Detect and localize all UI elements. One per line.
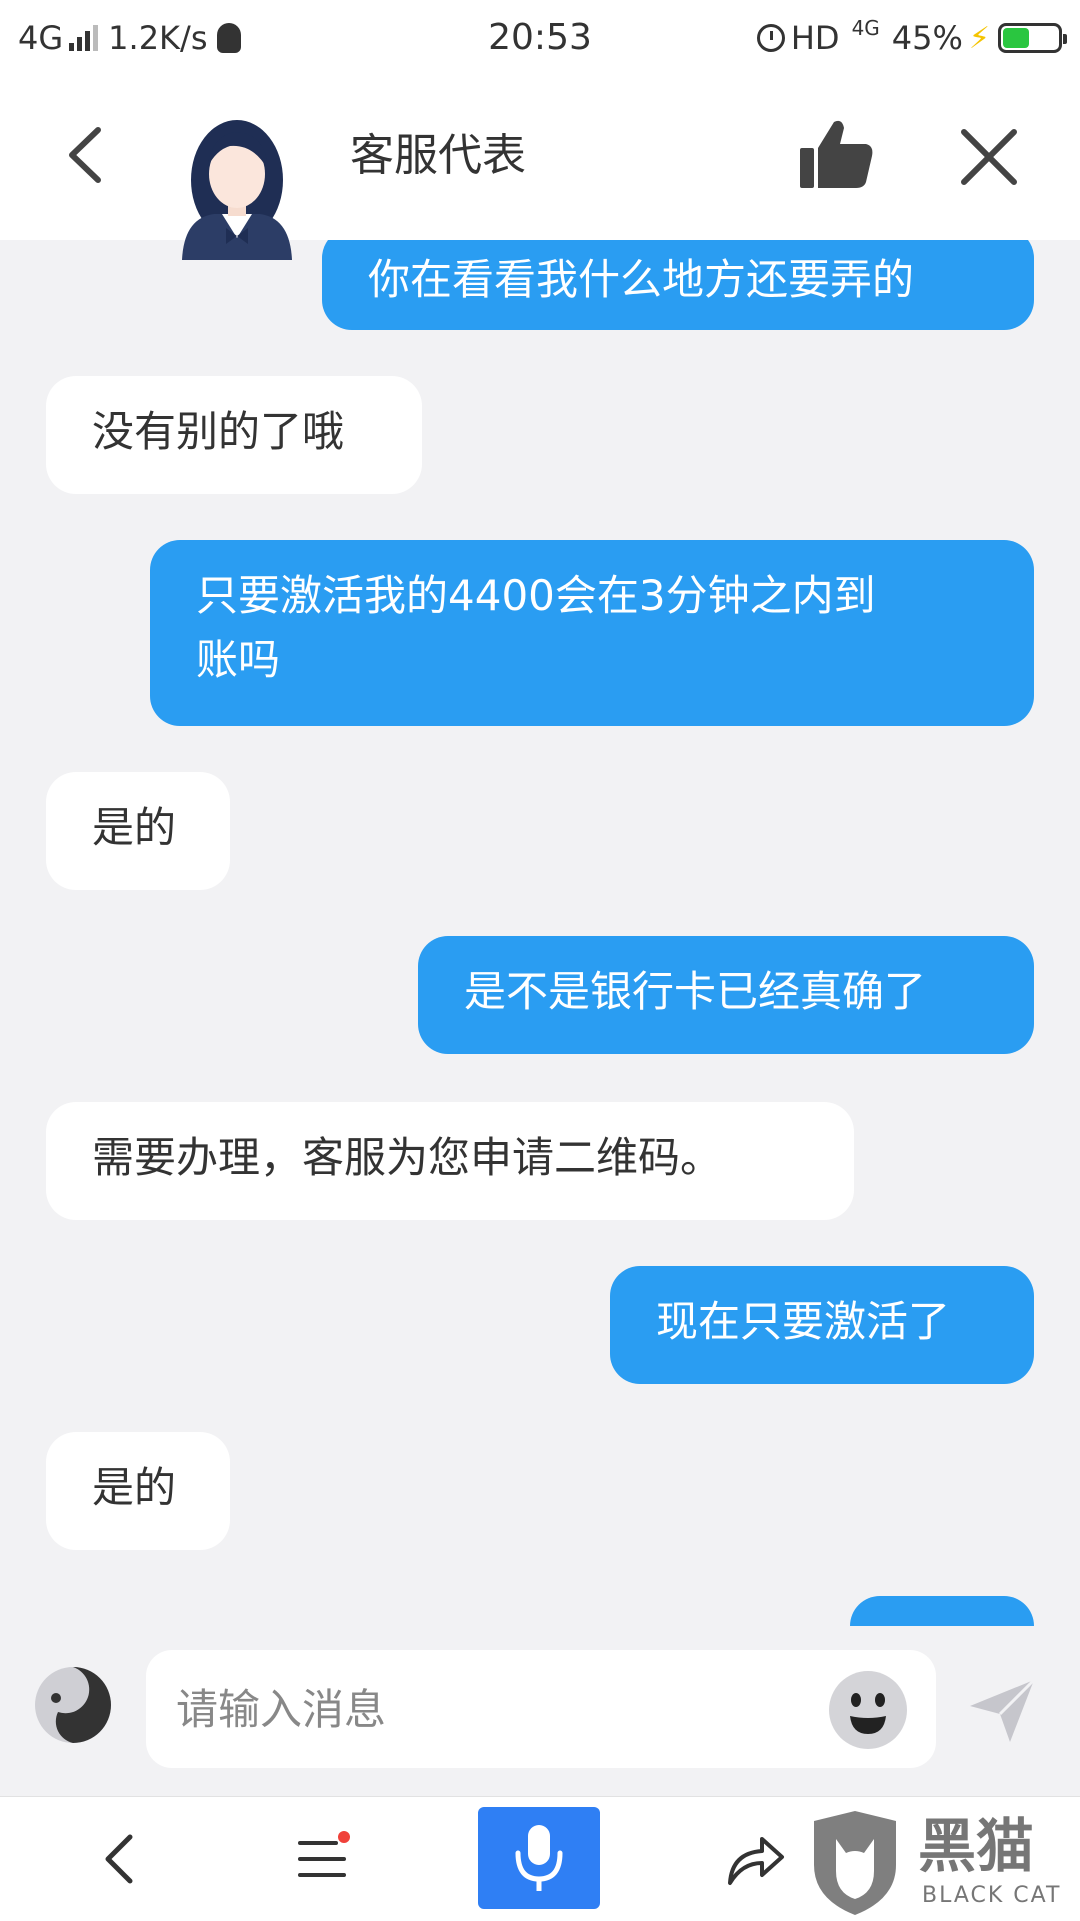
mic-icon [515, 1825, 563, 1891]
nav-mic-button[interactable] [478, 1807, 600, 1909]
chat-header: 客服代表 [0, 76, 1080, 260]
message-bubble-outgoing[interactable]: 是不是银行卡已经真确了 [418, 936, 1034, 1054]
message-bubble-outgoing[interactable]: 只要激活我的4400会在3分钟之内到 账吗 [150, 540, 1034, 726]
status-right: HD 4G 45% ⚡ [756, 16, 1067, 60]
close-icon [961, 129, 1017, 185]
message-bubble-incoming[interactable]: 需要办理，客服为您申请二维码。 [46, 1102, 854, 1220]
watermark-en: BLACK CAT [922, 1883, 1062, 1908]
battery-percent: 45% [891, 19, 963, 57]
blackcat-shield-logo [806, 1809, 904, 1917]
back-button[interactable] [54, 120, 124, 190]
nav-back-button[interactable] [92, 1831, 148, 1887]
like-button[interactable] [798, 116, 874, 192]
charging-icon: ⚡ [968, 20, 990, 56]
message-bubble-outgoing[interactable]: 你在看看我什么地方还要弄的 [322, 240, 1034, 330]
chevron-left-icon [105, 1834, 133, 1884]
hd-label: HD [790, 19, 840, 57]
alarm-icon [756, 24, 785, 52]
agent-avatar [174, 114, 300, 260]
share-icon [728, 1837, 784, 1885]
message-bubble-incoming[interactable]: 是的 [46, 772, 230, 890]
input-bar [0, 1626, 1080, 1796]
voice-toggle-button[interactable] [34, 1666, 112, 1744]
send-icon [970, 1678, 1036, 1742]
chevron-left-icon [69, 127, 101, 183]
menu-icon [298, 1831, 350, 1877]
message-bubble-outgoing-partial[interactable] [850, 1596, 1034, 1626]
close-button[interactable] [956, 124, 1022, 190]
voice-toggle-icon [35, 1667, 111, 1743]
status-bar: 4G 1.2K/s 20:53 HD 4G 45% ⚡ [0, 0, 1080, 76]
nav-share-button[interactable] [724, 1827, 786, 1889]
watermark-cn: 黑猫 [918, 1812, 1035, 1880]
send-button[interactable] [966, 1674, 1038, 1746]
battery-icon [998, 23, 1067, 53]
nav-menu-button[interactable] [296, 1831, 352, 1887]
page-title: 客服代表 [350, 130, 526, 181]
message-list[interactable]: 你在看看我什么地方还要弄的 没有别的了哦 只要激活我的4400会在3分钟之内到 … [0, 240, 1080, 1626]
emoji-icon [829, 1671, 907, 1749]
message-bubble-incoming[interactable]: 没有别的了哦 [46, 376, 422, 494]
message-bubble-incoming[interactable]: 是的 [46, 1432, 230, 1550]
thumbs-up-icon [800, 120, 873, 188]
system-navigation-bar: 黑猫 BLACK CAT [0, 1796, 1080, 1921]
network-type-label: 4G [851, 16, 880, 40]
emoji-button[interactable] [828, 1670, 908, 1750]
message-bubble-outgoing[interactable]: 现在只要激活了 [610, 1266, 1034, 1384]
message-input[interactable] [146, 1650, 936, 1768]
